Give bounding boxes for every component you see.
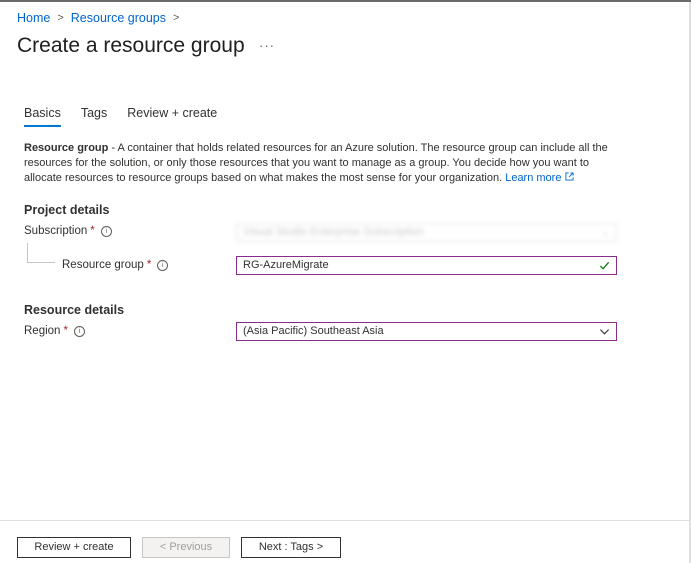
required-asterisk: * [146,259,152,271]
tab-bar: Basics Tags Review + create [24,106,217,127]
chevron-right-icon: > [172,12,180,24]
subscription-dropdown[interactable]: Visual Studio Enterprise Subscription ⌄ [236,223,617,242]
external-link-icon [564,172,574,181]
required-asterisk: * [63,325,68,337]
checkmark-icon [599,257,610,277]
region-label: Region * i [24,325,85,337]
review-create-button[interactable]: Review + create [17,537,131,558]
more-options-icon[interactable]: ··· [259,38,275,53]
resource-details-heading: Resource details [24,303,125,317]
page-title: Create a resource group [17,34,245,57]
tab-tags[interactable]: Tags [81,106,107,127]
resource-group-description: Resource group - A container that holds … [24,141,614,186]
project-details-heading: Project details [24,203,110,217]
breadcrumb: Home > Resource groups > [17,11,186,25]
subscription-label: Subscription * i [24,225,112,237]
learn-more-link[interactable]: Learn more [505,172,574,184]
chevron-down-icon [599,323,610,343]
region-dropdown[interactable]: (Asia Pacific) Southeast Asia [236,322,617,341]
info-icon[interactable]: i [100,225,112,237]
required-asterisk: * [90,225,95,237]
breadcrumb-home-link[interactable]: Home [17,11,50,25]
description-term: Resource group [24,142,109,154]
breadcrumb-resource-groups-link[interactable]: Resource groups [71,11,166,25]
previous-button[interactable]: < Previous [142,537,230,558]
tree-connector [27,243,55,263]
info-icon[interactable]: i [73,325,85,337]
resource-group-input[interactable]: RG-AzureMigrate [236,256,617,275]
footer-divider [0,520,691,521]
chevron-right-icon: > [57,12,64,24]
tab-basics[interactable]: Basics [24,106,61,127]
chevron-down-icon: ⌄ [600,226,610,238]
next-tags-button[interactable]: Next : Tags > [241,537,341,558]
tab-review-create[interactable]: Review + create [127,106,217,127]
info-icon[interactable]: i [157,259,169,271]
resource-group-label: Resource group * i [62,259,169,271]
